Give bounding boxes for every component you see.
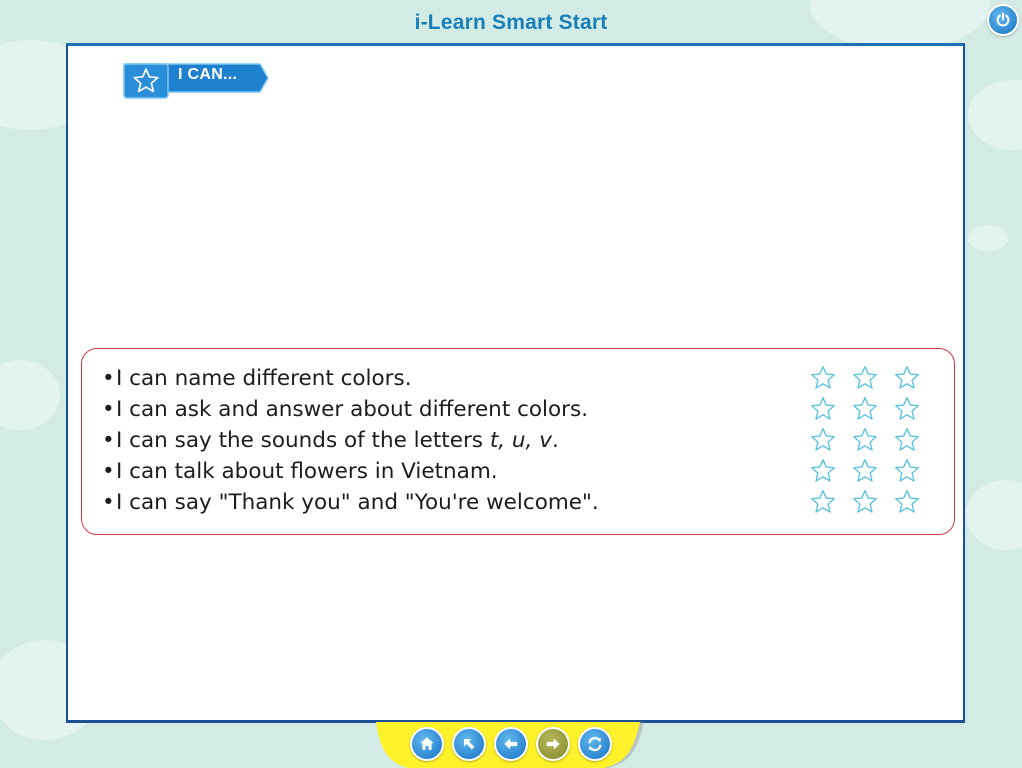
bullet: • (102, 397, 115, 422)
rating-star[interactable] (886, 424, 928, 455)
star-outline-icon (853, 427, 877, 451)
bullet: • (102, 490, 115, 515)
cloud (968, 225, 1008, 251)
rating-star[interactable] (802, 455, 844, 486)
can-do-item-colors-ask: •I can ask and answer about different co… (102, 394, 599, 425)
can-do-text: I can talk about flowers in Vietnam. (116, 459, 498, 484)
rating-star[interactable] (886, 393, 928, 424)
rating-star[interactable] (844, 424, 886, 455)
star-outline-icon (811, 427, 835, 451)
can-do-text: I can say "Thank you" and "You're welcom… (116, 490, 599, 515)
star-outline-icon (853, 396, 877, 420)
star-outline-icon (853, 365, 877, 389)
rating-star[interactable] (844, 362, 886, 393)
replay-button[interactable] (578, 727, 612, 761)
arrow-right-icon (546, 738, 560, 750)
can-do-text: I can say the sounds of the letters (116, 428, 490, 453)
star-outline-icon (853, 489, 877, 513)
cloud (966, 480, 1022, 550)
power-button[interactable] (987, 4, 1019, 36)
rating-star[interactable] (886, 362, 928, 393)
rating-star[interactable] (844, 486, 886, 517)
bullet: • (102, 459, 115, 484)
home-icon (420, 737, 434, 750)
can-do-box: •I can name different colors. •I can ask … (81, 348, 955, 535)
lesson-page: I CAN... •I can name different colors. •I… (66, 43, 965, 723)
rating-star[interactable] (886, 455, 928, 486)
rating-star[interactable] (886, 486, 928, 517)
back-to-menu-button[interactable] (452, 727, 486, 761)
star-outline-icon (811, 365, 835, 389)
next-page-button[interactable] (536, 727, 570, 761)
star-outline-icon (811, 489, 835, 513)
can-do-item-flowers: •I can talk about flowers in Vietnam. (102, 456, 599, 487)
arrow-up-left-icon (464, 739, 475, 750)
rating-star[interactable] (802, 362, 844, 393)
navigation-tray (376, 722, 648, 768)
can-do-item-colors-name: •I can name different colors. (102, 363, 599, 394)
bullet: • (102, 366, 115, 391)
app-title: i-Learn Smart Start (414, 11, 608, 34)
star-outline-icon (895, 489, 919, 513)
star-outline-icon (811, 396, 835, 420)
home-button[interactable] (410, 727, 444, 761)
refresh-icon (588, 737, 602, 751)
self-rating-stars (802, 362, 928, 517)
section-badge-label: I CAN... (178, 66, 238, 83)
can-do-list: •I can name different colors. •I can ask … (102, 363, 599, 518)
bullet: • (102, 428, 115, 453)
section-badge: I CAN... (120, 61, 270, 101)
arrow-left-icon (504, 738, 518, 750)
can-do-text: I can ask and answer about different col… (116, 397, 589, 422)
can-do-text: . (551, 428, 559, 453)
star-outline-icon (895, 396, 919, 420)
rating-star[interactable] (802, 393, 844, 424)
cloud (0, 360, 60, 430)
can-do-item-letter-sounds: •I can say the sounds of the letters t, … (102, 425, 599, 456)
previous-page-button[interactable] (494, 727, 528, 761)
cloud (968, 80, 1022, 150)
can-do-item-thanks: •I can say "Thank you" and "You're welco… (102, 487, 599, 518)
power-icon (996, 12, 1010, 27)
rating-star[interactable] (844, 393, 886, 424)
rating-star[interactable] (802, 486, 844, 517)
star-outline-icon (853, 458, 877, 482)
star-outline-icon (895, 458, 919, 482)
can-do-text: I can name different colors. (116, 366, 412, 391)
star-outline-icon (133, 68, 159, 93)
rating-star[interactable] (802, 424, 844, 455)
star-outline-icon (895, 365, 919, 389)
star-outline-icon (895, 427, 919, 451)
star-outline-icon (811, 458, 835, 482)
can-do-text: t, u, v (489, 428, 552, 453)
rating-star[interactable] (844, 455, 886, 486)
